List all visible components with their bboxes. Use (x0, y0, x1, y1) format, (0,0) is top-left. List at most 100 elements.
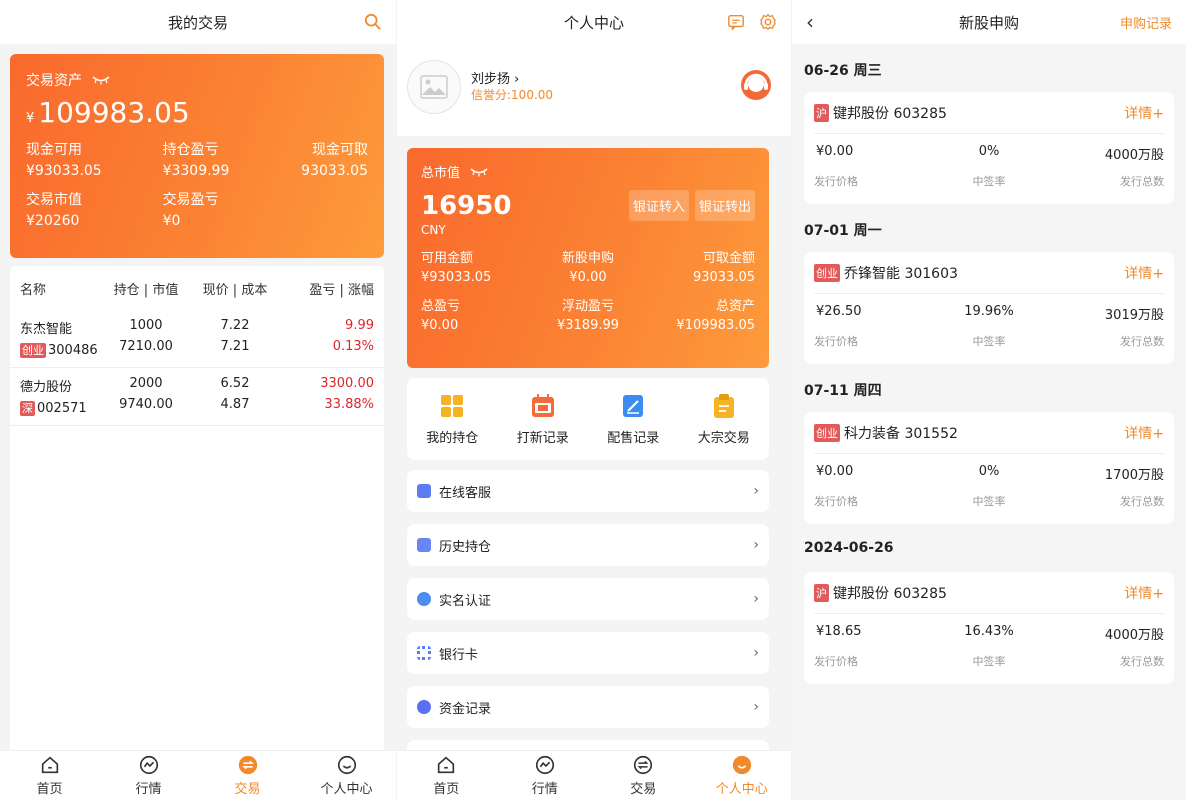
detail-link[interactable]: 详情+ (1124, 103, 1164, 123)
detail-link[interactable]: 详情+ (1124, 423, 1164, 443)
menu-real-name[interactable]: 实名认证 › (407, 578, 769, 620)
market-tag: 沪 (814, 583, 829, 602)
back-icon[interactable]: ‹ (806, 10, 814, 34)
stat-cash-available: 现金可用 ¥93033.05 (26, 142, 102, 179)
search-icon[interactable] (364, 13, 382, 31)
stat-market-value: 交易市值 ¥20260 (26, 192, 82, 229)
quick-allotment-records[interactable]: 配售记录 (588, 378, 679, 460)
market-value-card: 总市值 16950 CNY 银证转入 银证转出 可用金额 ¥93033.05 新股… (407, 148, 769, 368)
holdings-table: 名称 持仓 | 市值 现价 | 成本 盈亏 | 涨幅 东杰智能 创业 300486 … (10, 266, 384, 756)
hexagon-icon (417, 700, 431, 714)
ipo-card[interactable]: 创业 乔锋智能 301603 详情+ ¥26.50 19.96% 3019万股 发行价格… (804, 252, 1174, 364)
subscribe-records-link[interactable]: 申购记录 (1120, 13, 1172, 32)
tab-home[interactable]: 首页 (0, 751, 99, 800)
market-tag: 创业 (814, 423, 840, 442)
gear-icon[interactable] (759, 13, 777, 31)
asset-value: ¥109983.05 (26, 96, 190, 129)
detail-link[interactable]: 详情+ (1124, 263, 1164, 283)
username[interactable]: 刘步扬 › (471, 68, 519, 87)
table-row[interactable]: 德力股份深 002571 2000 9740.00 6.52 4.87 3300.00… (10, 368, 384, 426)
bank-transfer-in-button[interactable]: 银证转入 (628, 190, 689, 221)
date-header: 06-26 周三 (804, 63, 882, 79)
trend-icon (535, 755, 554, 775)
tab-profile[interactable]: 个人中心 (693, 751, 792, 800)
tab-trade[interactable]: 交易 (198, 751, 297, 800)
market-tag: 深 (20, 401, 35, 416)
edit-doc-icon (623, 394, 644, 417)
asset-card: 交易资产 ¥109983.05 现金可用 ¥93033.05 持仓盈亏 ¥3309.… (10, 54, 384, 258)
my-trades-screen: 我的交易 交易资产 ¥109983.05 现金可用 ¥93033.05 持仓盈亏 ¥… (0, 0, 396, 800)
stat-withdrawable: 可取金额 93033.05 (692, 251, 755, 285)
ipo-card[interactable]: 沪键邦股份 603285 详情+ ¥0.00 0% 4000万股 发行价格 中签率 发行总… (804, 92, 1174, 204)
image-placeholder-icon (420, 75, 448, 99)
clipboard-icon (713, 393, 734, 418)
asset-label: 交易资产 (26, 73, 82, 89)
bank-transfer-out-button[interactable]: 银证转出 (694, 190, 755, 221)
quick-ipo-records[interactable]: 打新记录 (498, 378, 589, 460)
page-title: 我的交易 (167, 13, 228, 32)
quick-my-positions[interactable]: 我的持仓 (407, 378, 498, 460)
quick-block-trade[interactable]: 大宗交易 (679, 378, 770, 460)
menu-online-service[interactable]: 在线客服 › (407, 470, 769, 512)
ipo-card[interactable]: 沪键邦股份 603285 详情+ ¥18.65 16.43% 4000万股 发行价格中… (804, 572, 1174, 684)
home-icon (438, 756, 455, 774)
stat-position-pl: 持仓盈亏 ¥3309.99 (162, 142, 230, 179)
smile-icon (732, 755, 751, 775)
stat-available: 可用金额 ¥93033.05 (421, 251, 492, 285)
ipo-card[interactable]: 创业 科力装备 301552 详情+ ¥0.00 0% 1700万股 发行价格 中签率 发行… (804, 412, 1174, 524)
calendar-new-icon (531, 393, 554, 417)
tab-profile[interactable]: 个人中心 (297, 751, 396, 800)
eye-closed-icon[interactable] (470, 167, 488, 177)
tab-home[interactable]: 首页 (397, 751, 496, 800)
ipo-subscribe-screen: ‹ 新股申购 申购记录 06-26 周三 沪键邦股份 603285 详情+ ¥0.… (792, 0, 1186, 800)
menu-history-positions[interactable]: 历史持仓 › (407, 524, 769, 566)
list-icon (417, 538, 431, 552)
grid-icon (441, 394, 464, 417)
page-title: 个人中心 (563, 13, 624, 32)
tab-market[interactable]: 行情 (496, 751, 595, 800)
header: 我的交易 (0, 0, 396, 44)
chevron-right-icon: › (514, 72, 520, 87)
eye-closed-icon[interactable] (92, 75, 110, 85)
home-icon (41, 756, 58, 774)
chevron-right-icon: › (753, 699, 759, 715)
stat-trade-pl: 交易盈亏 ¥0 (162, 192, 219, 229)
profile-card[interactable]: 刘步扬 › 信誉分:100.00 (397, 44, 791, 136)
tab-market[interactable]: 行情 (99, 751, 198, 800)
tab-bar: 首页 行情 交易 个人中心 (0, 750, 396, 800)
stat-total-pl: 总盈亏 ¥0.00 (421, 299, 461, 333)
message-icon[interactable] (727, 13, 745, 31)
trend-icon (139, 755, 158, 775)
credit-score: 信誉分:100.00 (471, 88, 554, 102)
chevron-right-icon: › (753, 483, 759, 499)
chevron-right-icon: › (753, 591, 759, 607)
exchange-icon (238, 755, 257, 775)
table-header: 名称 持仓 | 市值 现价 | 成本 盈亏 | 涨幅 (20, 282, 374, 298)
card-icon (417, 646, 431, 660)
id-icon (417, 592, 431, 606)
header: 个人中心 (397, 0, 791, 44)
chevron-right-icon: › (753, 537, 759, 553)
detail-link[interactable]: 详情+ (1124, 583, 1164, 603)
market-tag: 创业 (20, 343, 46, 358)
tab-trade[interactable]: 交易 (594, 751, 693, 800)
exchange-icon (634, 755, 653, 775)
chevron-right-icon: › (753, 645, 759, 661)
market-tag: 沪 (814, 103, 829, 122)
menu-bank-card[interactable]: 银行卡 › (407, 632, 769, 674)
market-tag: 创业 (814, 263, 840, 282)
header: ‹ 新股申购 申购记录 (792, 0, 1186, 44)
avatar[interactable] (407, 60, 461, 114)
smile-icon (337, 755, 356, 775)
customer-service-icon[interactable] (739, 68, 773, 102)
stat-floating-pl: 浮动盈亏 ¥3189.99 (556, 299, 620, 333)
date-header: 2024-06-26 (804, 540, 894, 556)
menu-fund-records[interactable]: 资金记录 › (407, 686, 769, 728)
table-row[interactable]: 东杰智能 创业 300486 1000 7210.00 7.22 7.21 9.99 0.… (10, 310, 384, 368)
stat-cash-withdrawable: 现金可取 93033.05 (301, 142, 368, 179)
quick-actions: 我的持仓 打新记录 配售记录 大宗交易 (407, 378, 769, 460)
date-header: 07-01 周一 (804, 223, 882, 239)
profile-screen: 个人中心 刘步扬 › 信誉分:100.00 总市值 16950 CNY 银证转入 (397, 0, 791, 800)
mv-currency: CNY (421, 223, 446, 237)
mv-label: 总市值 (421, 166, 461, 181)
